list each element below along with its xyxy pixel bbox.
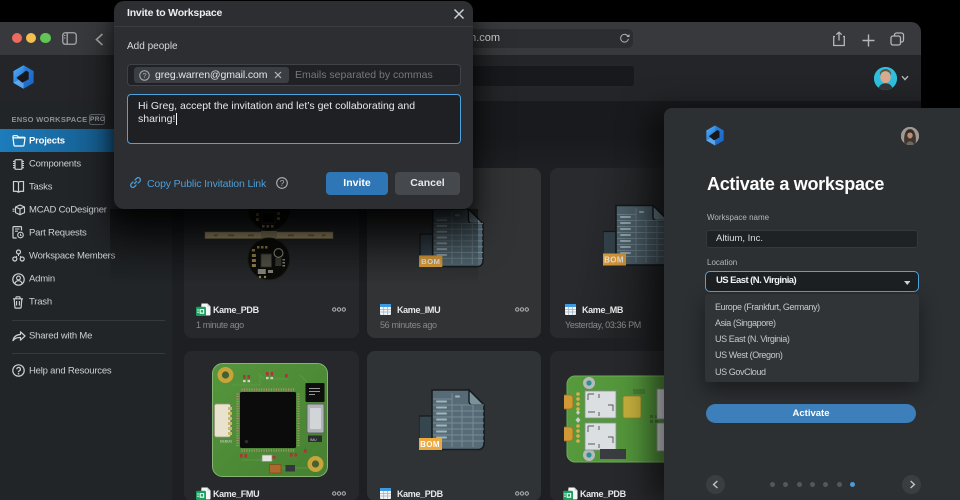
svg-text:IMU: IMU [310, 437, 317, 441]
svg-text:BOM: BOM [420, 440, 440, 449]
svg-text:?: ? [280, 178, 285, 188]
svg-text:?: ? [143, 70, 147, 79]
svg-text:DEBUG: DEBUG [220, 439, 232, 443]
